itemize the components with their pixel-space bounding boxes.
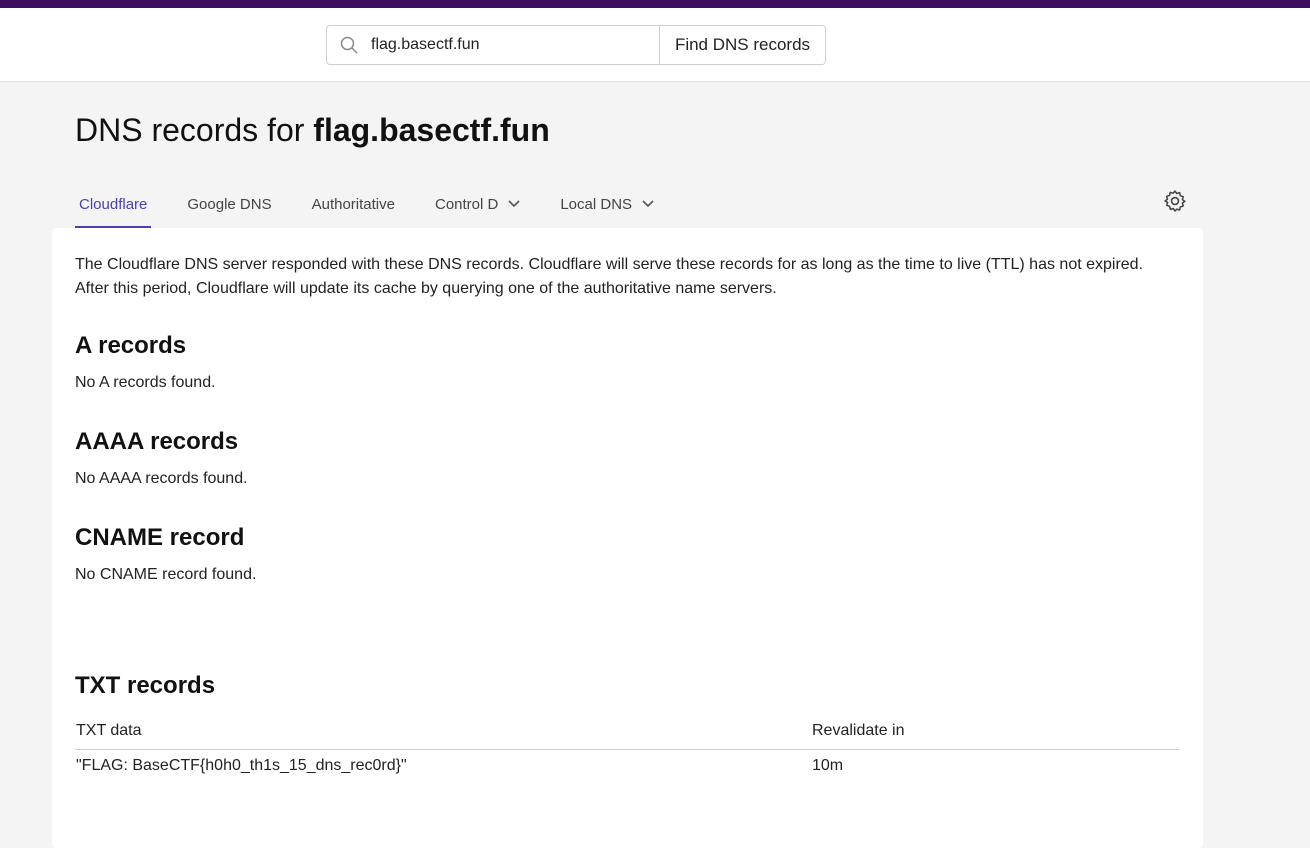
search-icon — [327, 26, 371, 64]
tab-cloudflare[interactable]: Cloudflare — [75, 180, 152, 228]
page-title-prefix: DNS records for — [75, 112, 314, 148]
top-brand-strip — [0, 0, 1310, 8]
tab-label: Control D — [434, 195, 499, 213]
table-row: "FLAG: BaseCTF{h0h0_th1s_15_dns_rec0rd}"… — [75, 750, 1179, 786]
chevron-down-icon — [508, 200, 520, 208]
tab-google-dns[interactable]: Google DNS — [183, 180, 275, 228]
revalidate-cell: 10m — [812, 757, 844, 774]
column-header-txt-data: TXT data — [76, 722, 142, 739]
search-form: Find DNS records — [326, 25, 826, 65]
tab-local-dns[interactable]: Local DNS — [556, 180, 658, 228]
search-input[interactable] — [371, 26, 659, 64]
cname-record-heading: CNAME record — [75, 524, 245, 551]
a-records-heading: A records — [75, 332, 187, 359]
find-dns-records-button[interactable]: Find DNS records — [659, 26, 825, 64]
intro-text: The Cloudflare DNS server responded with… — [75, 256, 1144, 297]
resolver-tabs: Cloudflare Google DNS Authoritative Cont… — [75, 180, 690, 228]
tab-label: Authoritative — [311, 195, 395, 213]
aaaa-records-empty: No AAAA records found. — [75, 470, 248, 487]
results-card: The Cloudflare DNS server responded with… — [52, 228, 1203, 848]
tab-label: Local DNS — [560, 195, 633, 213]
a-records-empty: No A records found. — [75, 374, 216, 391]
column-header-revalidate: Revalidate in — [812, 722, 905, 739]
tab-authoritative[interactable]: Authoritative — [308, 180, 399, 228]
txt-table-header: TXT data Revalidate in — [75, 720, 1179, 750]
tab-control-d[interactable]: Control D — [431, 180, 524, 228]
txt-records-heading: TXT records — [75, 672, 216, 699]
page-title: DNS records for flag.basectf.fun — [75, 112, 550, 149]
page-title-domain: flag.basectf.fun — [313, 112, 550, 148]
gear-icon[interactable] — [1162, 188, 1188, 214]
header-bar: Find DNS records — [0, 8, 1310, 82]
tab-label: Cloudflare — [79, 195, 148, 213]
tab-label: Google DNS — [187, 195, 272, 213]
txt-data-cell: "FLAG: BaseCTF{h0h0_th1s_15_dns_rec0rd}" — [76, 757, 407, 774]
chevron-down-icon — [642, 200, 654, 208]
aaaa-records-heading: AAAA records — [75, 428, 239, 455]
cname-record-empty: No CNAME record found. — [75, 566, 257, 583]
